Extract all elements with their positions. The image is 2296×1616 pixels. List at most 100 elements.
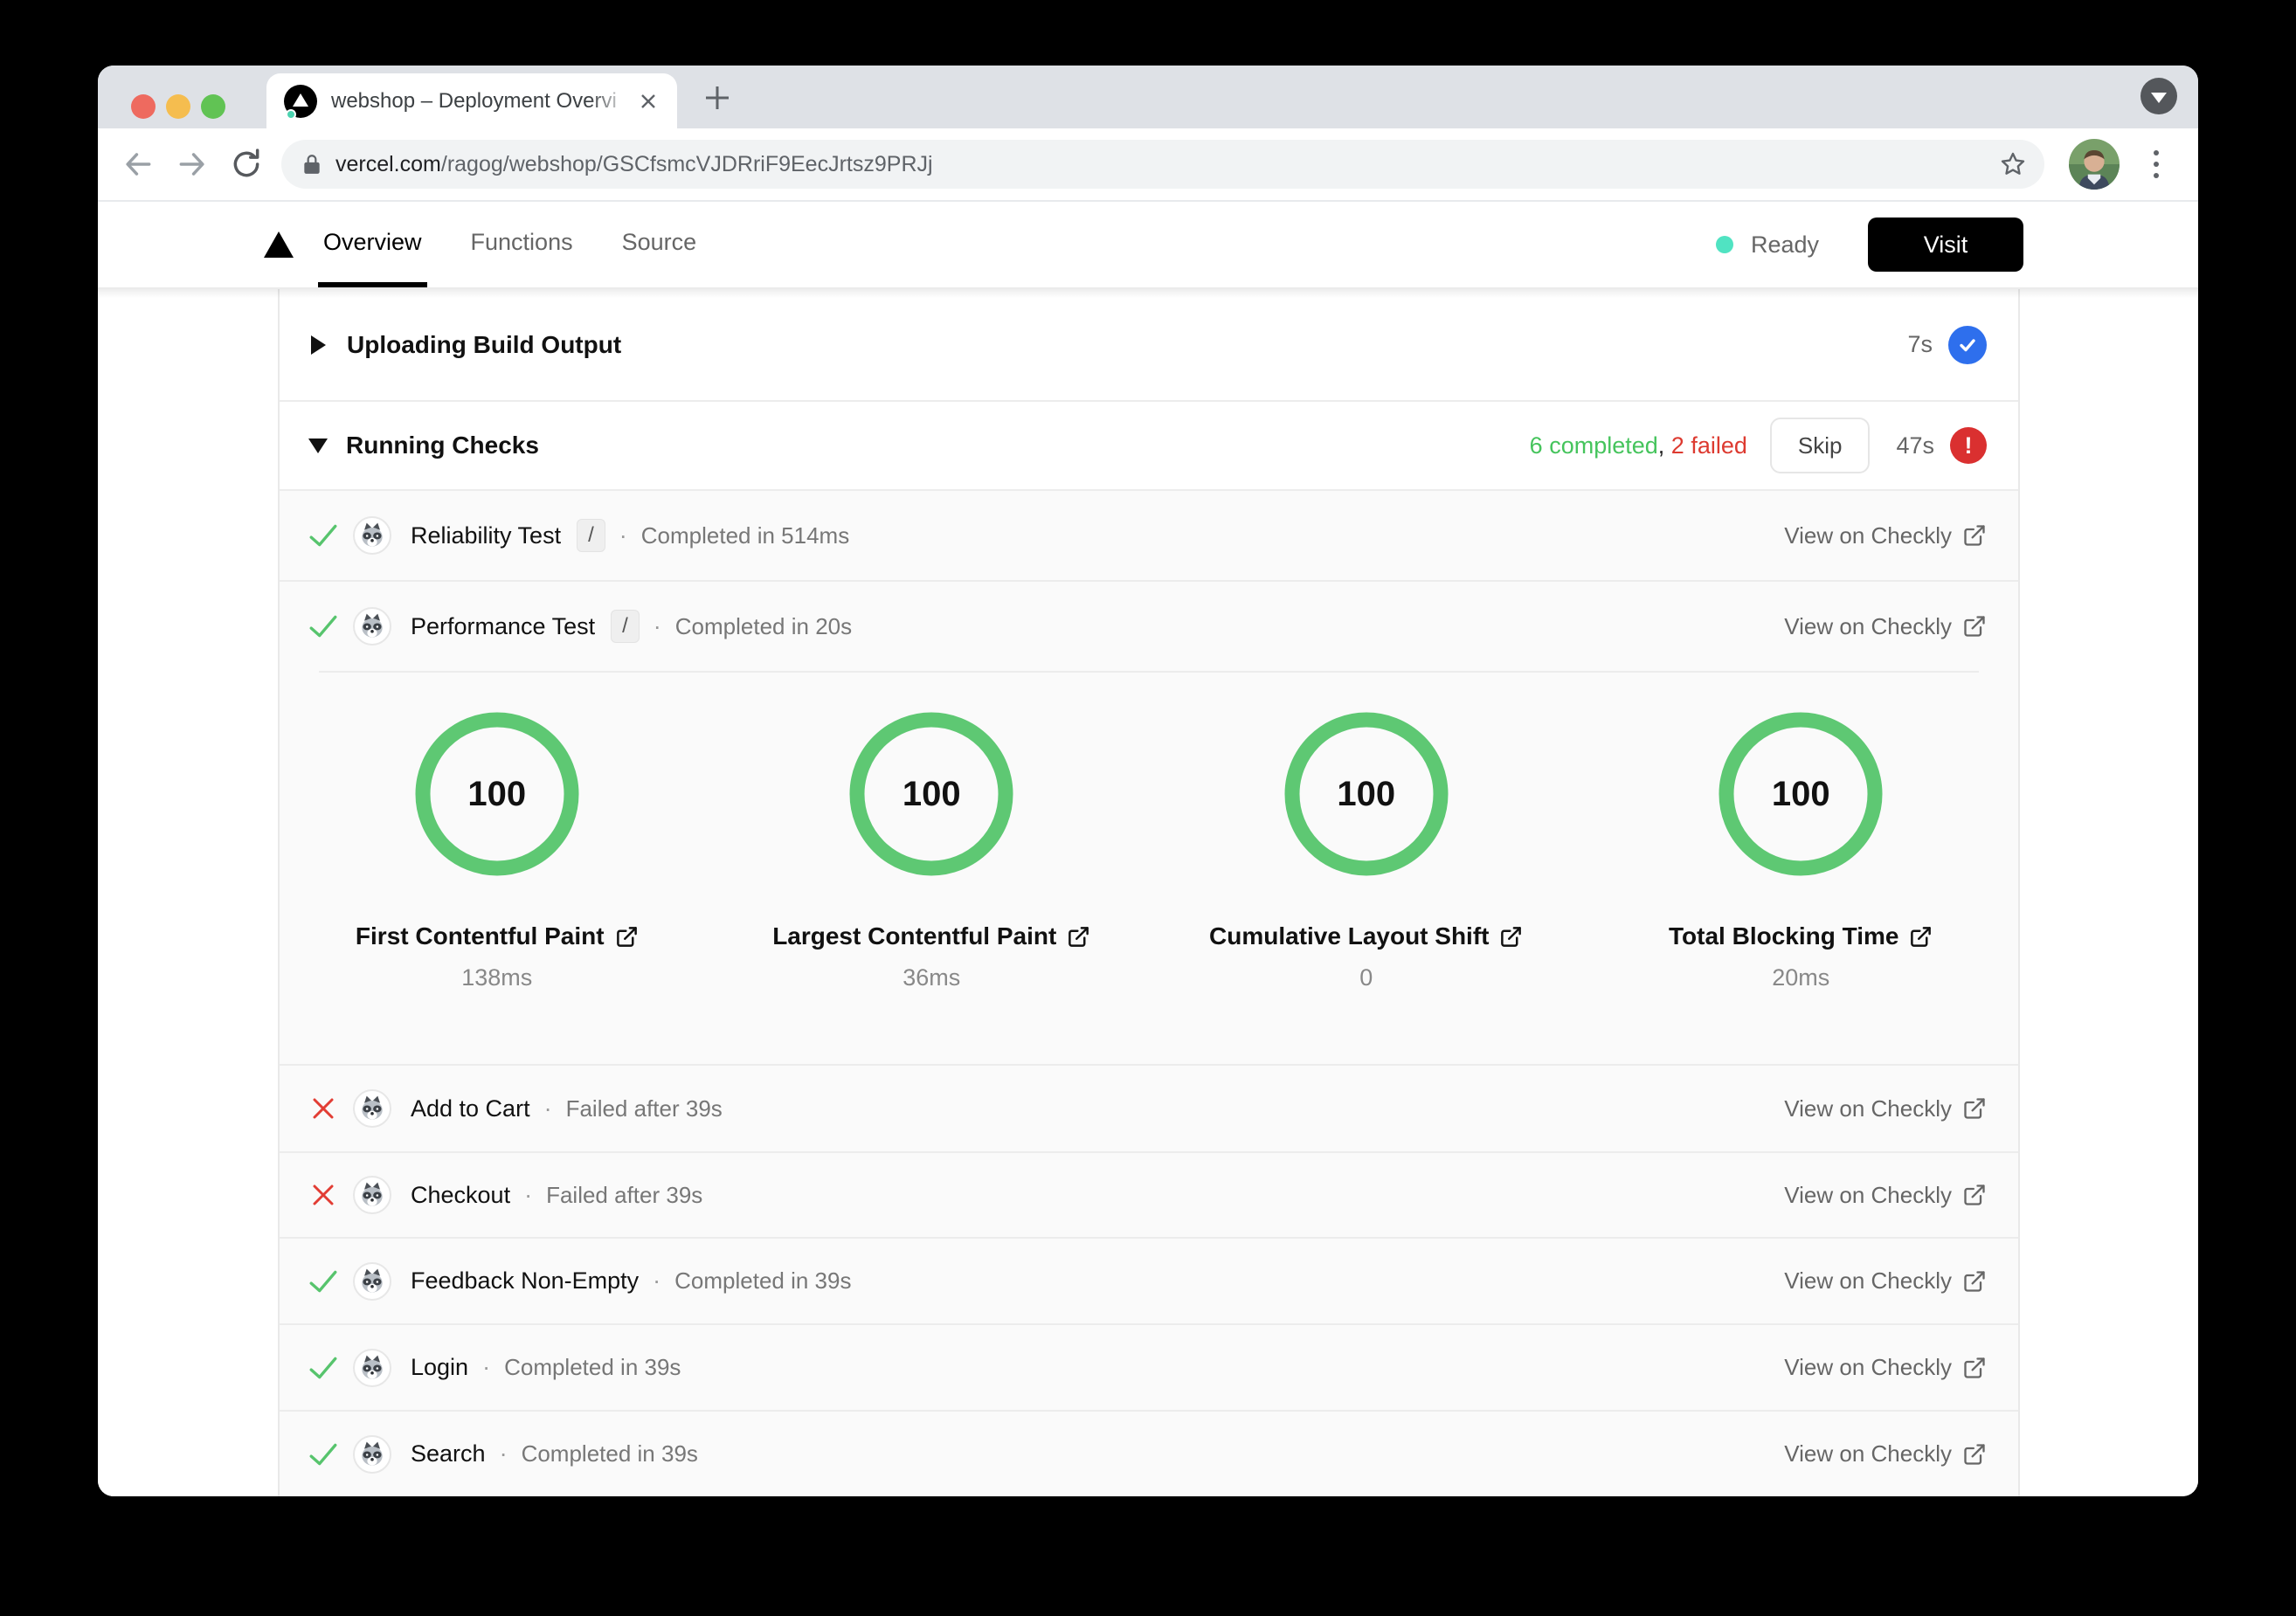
new-tab-button[interactable] xyxy=(701,81,734,114)
deployment-status: Ready xyxy=(1750,231,1819,258)
check-path-badge: / xyxy=(577,518,605,553)
check-success-icon xyxy=(308,611,339,642)
check-name: Performance Test xyxy=(411,612,596,639)
metric-value: 138ms xyxy=(461,964,533,991)
minimize-window-button[interactable] xyxy=(166,94,190,119)
vercel-favicon-icon xyxy=(284,84,317,120)
check-result: Failed after 39s xyxy=(546,1181,703,1208)
check-row-add-to-cart: Add to Cart · Failed after 39s View on C… xyxy=(280,1066,2018,1153)
nav-right: Ready Visit xyxy=(1715,202,2023,287)
metric-link[interactable]: Largest Contentful Paint xyxy=(772,922,1090,950)
metric-value: 20ms xyxy=(1772,964,1830,991)
build-steps-card: Uploading Build Output 7s Running Checks… xyxy=(278,289,2020,1496)
view-on-checkly-link[interactable]: View on Checkly xyxy=(1784,522,1987,549)
checkly-raccoon-icon xyxy=(353,1089,391,1128)
deployment-content: Uploading Build Output 7s Running Checks… xyxy=(98,289,2198,1496)
url-path: /ragog/webshop/GSCfsmcVJDRriF9EecJrtsz9P… xyxy=(440,151,933,176)
check-result: Completed in 39s xyxy=(504,1354,681,1380)
zoom-window-button[interactable] xyxy=(201,94,225,119)
check-name: Add to Cart xyxy=(411,1095,530,1122)
reload-icon[interactable] xyxy=(227,145,266,183)
tab-title: webshop – Deployment Overvi xyxy=(331,86,630,116)
metric-largest-contentful-paint: 100 Largest Contentful Paint 36ms xyxy=(715,711,1150,1064)
failed-count: 2 failed xyxy=(1670,432,1747,459)
external-link-icon xyxy=(1068,926,1089,947)
check-result: Completed in 39s xyxy=(674,1267,852,1294)
skip-button[interactable]: Skip xyxy=(1769,418,1871,473)
step-duration: 47s xyxy=(1896,432,1934,459)
profile-avatar[interactable] xyxy=(2069,139,2120,190)
step-running-checks[interactable]: Running Checks 6 completed, 2 failed Ski… xyxy=(280,402,2018,491)
completed-count: 6 completed xyxy=(1529,432,1658,459)
tab-search-button[interactable] xyxy=(2140,78,2177,114)
view-on-checkly-link[interactable]: View on Checkly xyxy=(1784,1354,1987,1381)
browser-menu-icon[interactable] xyxy=(2139,145,2174,183)
vercel-logo-icon[interactable] xyxy=(264,231,294,258)
check-success-icon xyxy=(308,1439,339,1470)
browser-toolbar: vercel.com/ragog/webshop/GSCfsmcVJDRriF9… xyxy=(98,128,2198,202)
step-success-badge xyxy=(1948,325,1987,364)
url-address-bar[interactable]: vercel.com/ragog/webshop/GSCfsmcVJDRriF9… xyxy=(281,140,2044,189)
checkly-raccoon-icon xyxy=(353,607,391,646)
check-name: Feedback Non-Empty xyxy=(411,1267,640,1294)
external-link-icon xyxy=(1964,1184,1985,1205)
check-result: Completed in 514ms xyxy=(640,521,850,549)
check-name: Reliability Test xyxy=(411,521,562,549)
forward-icon[interactable] xyxy=(173,145,211,183)
metric-link[interactable]: Cumulative Layout Shift xyxy=(1209,922,1523,950)
check-result: Failed after 39s xyxy=(565,1095,723,1122)
external-link-icon xyxy=(1964,616,1985,637)
check-row-login: Login · Completed in 39s View on Checkly xyxy=(280,1325,2018,1412)
step-title: Running Checks xyxy=(346,432,539,459)
view-on-checkly-link[interactable]: View on Checkly xyxy=(1784,1267,1987,1295)
back-icon[interactable] xyxy=(119,145,157,183)
check-row-feedback-non-empty: Feedback Non-Empty · Completed in 39s Vi… xyxy=(280,1239,2018,1325)
external-link-icon xyxy=(1964,1270,1985,1292)
view-on-checkly-link[interactable]: View on Checkly xyxy=(1784,613,1987,640)
metric-link[interactable]: First Contentful Paint xyxy=(356,922,639,950)
site-nav: Overview Functions Source Ready Visit xyxy=(98,202,2198,289)
close-window-button[interactable] xyxy=(131,94,156,119)
metric-cumulative-layout-shift: 100 Cumulative Layout Shift 0 xyxy=(1149,711,1584,1064)
check-success-icon xyxy=(308,1266,339,1297)
external-link-icon xyxy=(616,926,637,947)
step-uploading-build-output[interactable]: Uploading Build Output 7s xyxy=(280,289,2018,402)
bookmark-star-icon[interactable] xyxy=(1999,150,2027,178)
metric-value: 0 xyxy=(1359,964,1373,991)
checkly-raccoon-icon xyxy=(353,1261,391,1301)
check-row-checkout: Checkout · Failed after 39s View on Chec… xyxy=(280,1153,2018,1239)
external-link-icon xyxy=(1964,1098,1985,1119)
checks-summary: 6 completed, 2 failed xyxy=(1529,432,1747,459)
check-path-badge: / xyxy=(611,609,640,644)
status-dot-icon xyxy=(1715,236,1733,253)
performance-metrics: 100 First Contentful Paint 138ms 100 Lar… xyxy=(280,671,2018,1066)
metric-link[interactable]: Total Blocking Time xyxy=(1669,922,1933,950)
view-on-checkly-link[interactable]: View on Checkly xyxy=(1784,1440,1987,1468)
checkly-raccoon-icon xyxy=(353,1176,391,1214)
check-name: Checkout xyxy=(411,1181,511,1208)
visit-button[interactable]: Visit xyxy=(1868,218,2023,272)
check-row-reliability: Reliability Test / · Completed in 514ms … xyxy=(280,491,2018,582)
view-on-checkly-link[interactable]: View on Checkly xyxy=(1784,1182,1987,1209)
browser-window: webshop – Deployment Overvi vercel.com/r… xyxy=(98,66,2198,1496)
browser-tab[interactable]: webshop – Deployment Overvi xyxy=(266,73,677,128)
tab-close-icon[interactable] xyxy=(635,88,661,114)
tab-functions[interactable]: Functions xyxy=(466,202,578,287)
caret-down-icon xyxy=(308,438,328,453)
url-domain: vercel.com xyxy=(335,151,441,176)
check-result: Completed in 39s xyxy=(521,1440,698,1467)
check-failed-icon xyxy=(308,1179,339,1211)
view-on-checkly-link[interactable]: View on Checkly xyxy=(1784,1095,1987,1122)
check-success-icon xyxy=(308,1352,339,1384)
check-name: Search xyxy=(411,1440,486,1467)
tab-strip: webshop – Deployment Overvi xyxy=(98,66,2198,128)
url-text: vercel.com/ragog/webshop/GSCfsmcVJDRriF9… xyxy=(335,152,1988,177)
external-link-icon xyxy=(1964,525,1985,546)
tab-source[interactable]: Source xyxy=(617,202,702,287)
external-link-icon xyxy=(1964,1357,1985,1378)
external-link-icon xyxy=(1964,1443,1985,1465)
check-row-performance: Performance Test / · Completed in 20s Vi… xyxy=(280,582,2018,671)
tab-overview[interactable]: Overview xyxy=(318,202,427,287)
lock-icon xyxy=(304,155,320,174)
checkly-raccoon-icon xyxy=(353,1434,391,1474)
